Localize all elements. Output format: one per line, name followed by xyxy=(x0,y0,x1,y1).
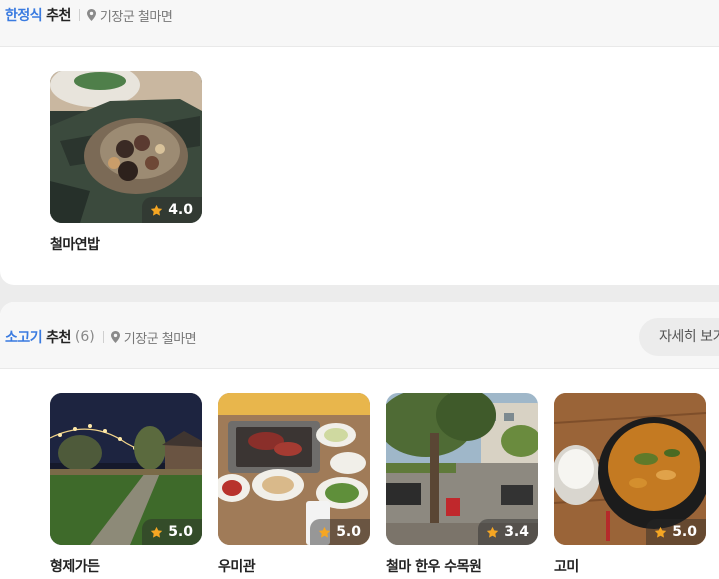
rating-value: 4.0 xyxy=(168,202,193,218)
location-pin-icon xyxy=(110,331,120,343)
rating-value: 5.0 xyxy=(672,524,697,540)
location-pin-icon xyxy=(86,9,96,21)
rating-badge: 5.0 xyxy=(646,519,706,545)
restaurant-photo[interactable]: 5.0 xyxy=(50,393,202,545)
restaurant-name[interactable]: 우미관 xyxy=(218,556,370,576)
location-label: 기장군 철마면 xyxy=(123,331,197,347)
section-title-row: 소고기 추천 (6) 기장군 철마면 xyxy=(5,326,197,348)
rating-value: 5.0 xyxy=(168,524,193,540)
restaurant-card[interactable]: 4.0 철마연밥 xyxy=(50,71,202,254)
restaurant-name[interactable]: 철마 한우 수목원 xyxy=(386,556,538,576)
rating-badge: 3.4 xyxy=(478,519,538,545)
category-label: 한정식 xyxy=(5,8,43,24)
restaurant-name[interactable]: 철마연밥 xyxy=(50,234,202,254)
divider xyxy=(78,9,80,21)
restaurant-name[interactable]: 고미 xyxy=(554,556,706,576)
restaurant-photo[interactable]: 5.0 xyxy=(218,393,370,545)
restaurant-name[interactable]: 형제가든 xyxy=(50,556,202,576)
category-label: 소고기 xyxy=(5,330,43,346)
restaurant-photo[interactable]: 5.0 xyxy=(554,393,706,545)
divider xyxy=(102,331,104,343)
section-title-row: 한정식 추천 기장군 철마면 xyxy=(5,5,173,25)
rating-value: 5.0 xyxy=(336,524,361,540)
rating-badge: 4.0 xyxy=(142,197,202,223)
recommend-section-hanjeongsik: 한정식 추천 기장군 철마면 4.0 철마연밥 xyxy=(0,0,719,285)
rating-badge: 5.0 xyxy=(310,519,370,545)
section-header: 소고기 추천 (6) 기장군 철마면 자세히 보기 xyxy=(0,302,719,369)
star-icon xyxy=(487,526,499,538)
recommend-label: 추천 xyxy=(46,330,71,346)
star-icon xyxy=(151,526,163,538)
restaurant-card[interactable]: 5.0 우미관 xyxy=(218,393,370,576)
restaurant-photo[interactable]: 4.0 xyxy=(50,71,202,223)
recommend-label: 추천 xyxy=(46,8,71,24)
restaurant-card[interactable]: 3.4 철마 한우 수목원 xyxy=(386,393,538,576)
location-label: 기장군 철마면 xyxy=(99,9,173,25)
restaurant-card[interactable]: 5.0 형제가든 xyxy=(50,393,202,576)
star-icon xyxy=(319,526,331,538)
star-icon xyxy=(151,204,163,216)
rating-badge: 5.0 xyxy=(142,519,202,545)
restaurant-count: (6) xyxy=(74,329,95,345)
restaurant-card[interactable]: 5.0 고미 xyxy=(554,393,706,576)
star-icon xyxy=(655,526,667,538)
restaurant-photo[interactable]: 3.4 xyxy=(386,393,538,545)
recommend-section-sogogi: 소고기 추천 (6) 기장군 철마면 자세히 보기 5.0 형제가든 5.0 우… xyxy=(0,302,719,579)
rating-value: 3.4 xyxy=(504,524,529,540)
section-header: 한정식 추천 기장군 철마면 xyxy=(0,0,719,47)
view-details-button[interactable]: 자세히 보기 xyxy=(639,318,719,356)
page: 한정식 추천 기장군 철마면 4.0 철마연밥 소고기 추천 (6) 기장군 철… xyxy=(0,0,719,579)
